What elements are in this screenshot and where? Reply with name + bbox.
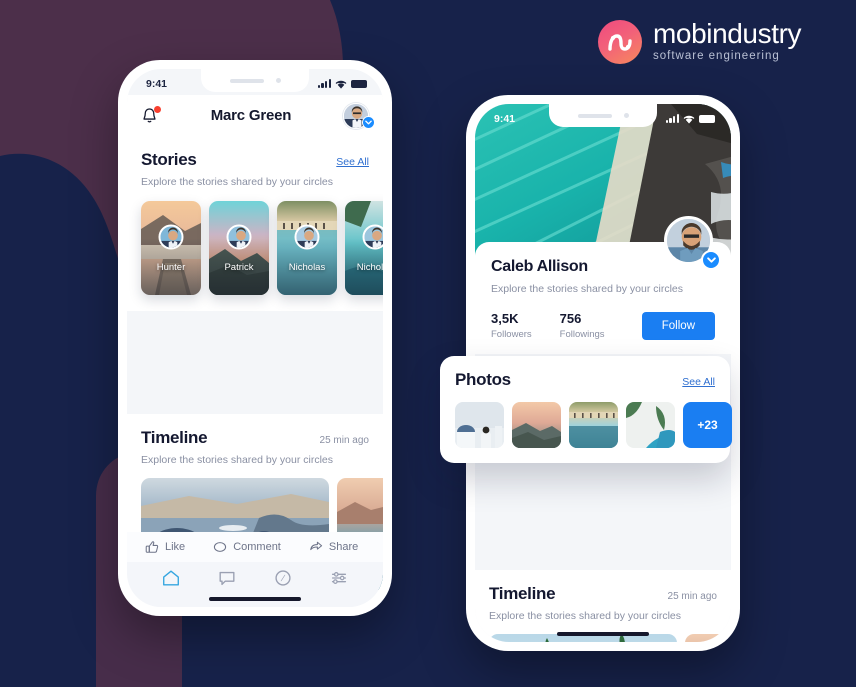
front-camera-icon [623, 113, 629, 118]
brand-name: mobindustry [653, 18, 802, 49]
page-title: Marc Green [210, 107, 292, 124]
sliders-icon [331, 571, 347, 585]
compass-icon [275, 570, 291, 586]
stat-followings: 756 Followings [560, 311, 605, 340]
profile-subtitle: Explore the stories shared by your circl… [491, 283, 683, 295]
photos-title: Photos [455, 370, 511, 389]
brand-tagline: software engineering [653, 50, 780, 62]
photo-image [626, 402, 675, 448]
story-avatar [362, 224, 383, 250]
photo-thumbnail[interactable] [569, 402, 618, 448]
story-name: Hunter [156, 262, 186, 273]
share-arrow-icon [310, 541, 322, 551]
stories-list[interactable]: Hunter Patrick Nicholas Nichol [141, 201, 383, 295]
share-label: Share [328, 541, 359, 553]
photos-list: +23 [455, 402, 732, 448]
followers-count: 3,5K [491, 311, 519, 326]
app-header: Marc Green [127, 95, 383, 136]
notification-bell-icon[interactable] [141, 105, 161, 125]
comment-label: Comment [233, 541, 281, 553]
followings-count: 756 [559, 311, 582, 326]
tab-discover[interactable] [273, 568, 293, 593]
story-item[interactable]: Patrick [209, 201, 269, 295]
wifi-icon [683, 115, 695, 124]
phone-mockup-right: 9:41 Caleb Allison Explore the stories s… [440, 95, 740, 651]
stories-card: Stories See All Explore the stories shar… [127, 136, 383, 311]
phone-notch [549, 104, 657, 127]
chevron-down-icon[interactable] [701, 250, 721, 270]
photo-thumbnail[interactable] [512, 402, 561, 448]
stories-see-all-link[interactable]: See All [336, 156, 369, 168]
battery-icon [699, 114, 715, 123]
avatar[interactable] [342, 102, 375, 129]
speaker-grille-icon [577, 113, 612, 118]
story-item[interactable]: Nicholas [277, 201, 337, 295]
signal-bars-icon [665, 114, 679, 123]
tab-settings[interactable] [329, 568, 349, 593]
story-avatar [158, 224, 184, 250]
home-indicator [557, 632, 649, 636]
stories-subtitle: Explore the stories shared by your circl… [141, 176, 333, 188]
profile-card: Caleb Allison Explore the stories shared… [475, 216, 731, 354]
comment-button[interactable]: Comment [213, 540, 281, 554]
chevron-down-icon[interactable] [361, 115, 375, 129]
notification-badge-dot [154, 105, 161, 113]
photos-see-all-link[interactable]: See All [682, 376, 715, 388]
like-label: Like [165, 541, 186, 553]
story-avatar [226, 224, 252, 250]
share-button[interactable]: Share [309, 540, 358, 554]
story-name: Patrick [224, 262, 254, 273]
photos-card: Photos See All +23 [440, 356, 732, 463]
thumbs-up-icon [145, 541, 159, 553]
photo-image [512, 402, 561, 448]
story-item[interactable]: Nicholas [345, 201, 383, 295]
timeline-title: Timeline [141, 428, 208, 447]
status-time: 9:41 [494, 112, 516, 125]
tab-home[interactable] [161, 568, 181, 593]
home-indicator [209, 597, 301, 601]
story-avatar [294, 224, 320, 250]
phone-mockup-left: 9:41 Marc Green Stories See All Explore … [118, 60, 392, 616]
timeline-photo [685, 634, 731, 642]
front-camera-icon [275, 78, 281, 83]
home-icon [163, 570, 179, 586]
stories-title: Stories [141, 150, 197, 169]
story-name: Nicholas [288, 262, 326, 273]
photo-image [569, 402, 618, 448]
followings-label: Followings [559, 329, 605, 340]
photo-thumbnail[interactable] [626, 402, 675, 448]
timeline-post[interactable] [685, 634, 731, 642]
timeline-timestamp: 25 min ago [667, 591, 717, 602]
post-actions: Like Comment Share [127, 532, 383, 562]
photos-more-button[interactable]: +23 [683, 402, 732, 448]
phone-one-screen: 9:41 Marc Green Stories See All Explore … [127, 69, 383, 607]
chat-icon [219, 571, 235, 586]
profile-stats: 3,5K Followers 756 Followings Follow [491, 311, 715, 340]
brand-logo: mobindustry software engineering [598, 18, 802, 65]
signal-bars-icon [317, 79, 331, 88]
stat-followers: 3,5K Followers [491, 311, 532, 340]
comment-bubble-icon [214, 542, 227, 552]
followers-label: Followers [491, 329, 532, 340]
like-button[interactable]: Like [145, 540, 185, 554]
timeline-subtitle: Explore the stories shared by your circl… [141, 454, 333, 466]
photo-image [455, 402, 504, 448]
battery-icon [351, 79, 367, 88]
photo-thumbnail[interactable] [455, 402, 504, 448]
follow-button[interactable]: Follow [641, 311, 715, 340]
story-name: Nicholas [356, 262, 383, 273]
timeline-timestamp: 25 min ago [319, 435, 369, 446]
timeline-subtitle: Explore the stories shared by your circl… [489, 610, 681, 622]
mobindustry-m-logo-icon [598, 20, 642, 65]
story-item[interactable]: Hunter [141, 201, 201, 295]
timeline-title: Timeline [489, 584, 556, 603]
speaker-grille-icon [229, 78, 264, 83]
status-time: 9:41 [146, 77, 168, 90]
phone-notch [201, 69, 309, 92]
tab-chat[interactable] [217, 568, 237, 593]
wifi-icon [335, 80, 347, 89]
